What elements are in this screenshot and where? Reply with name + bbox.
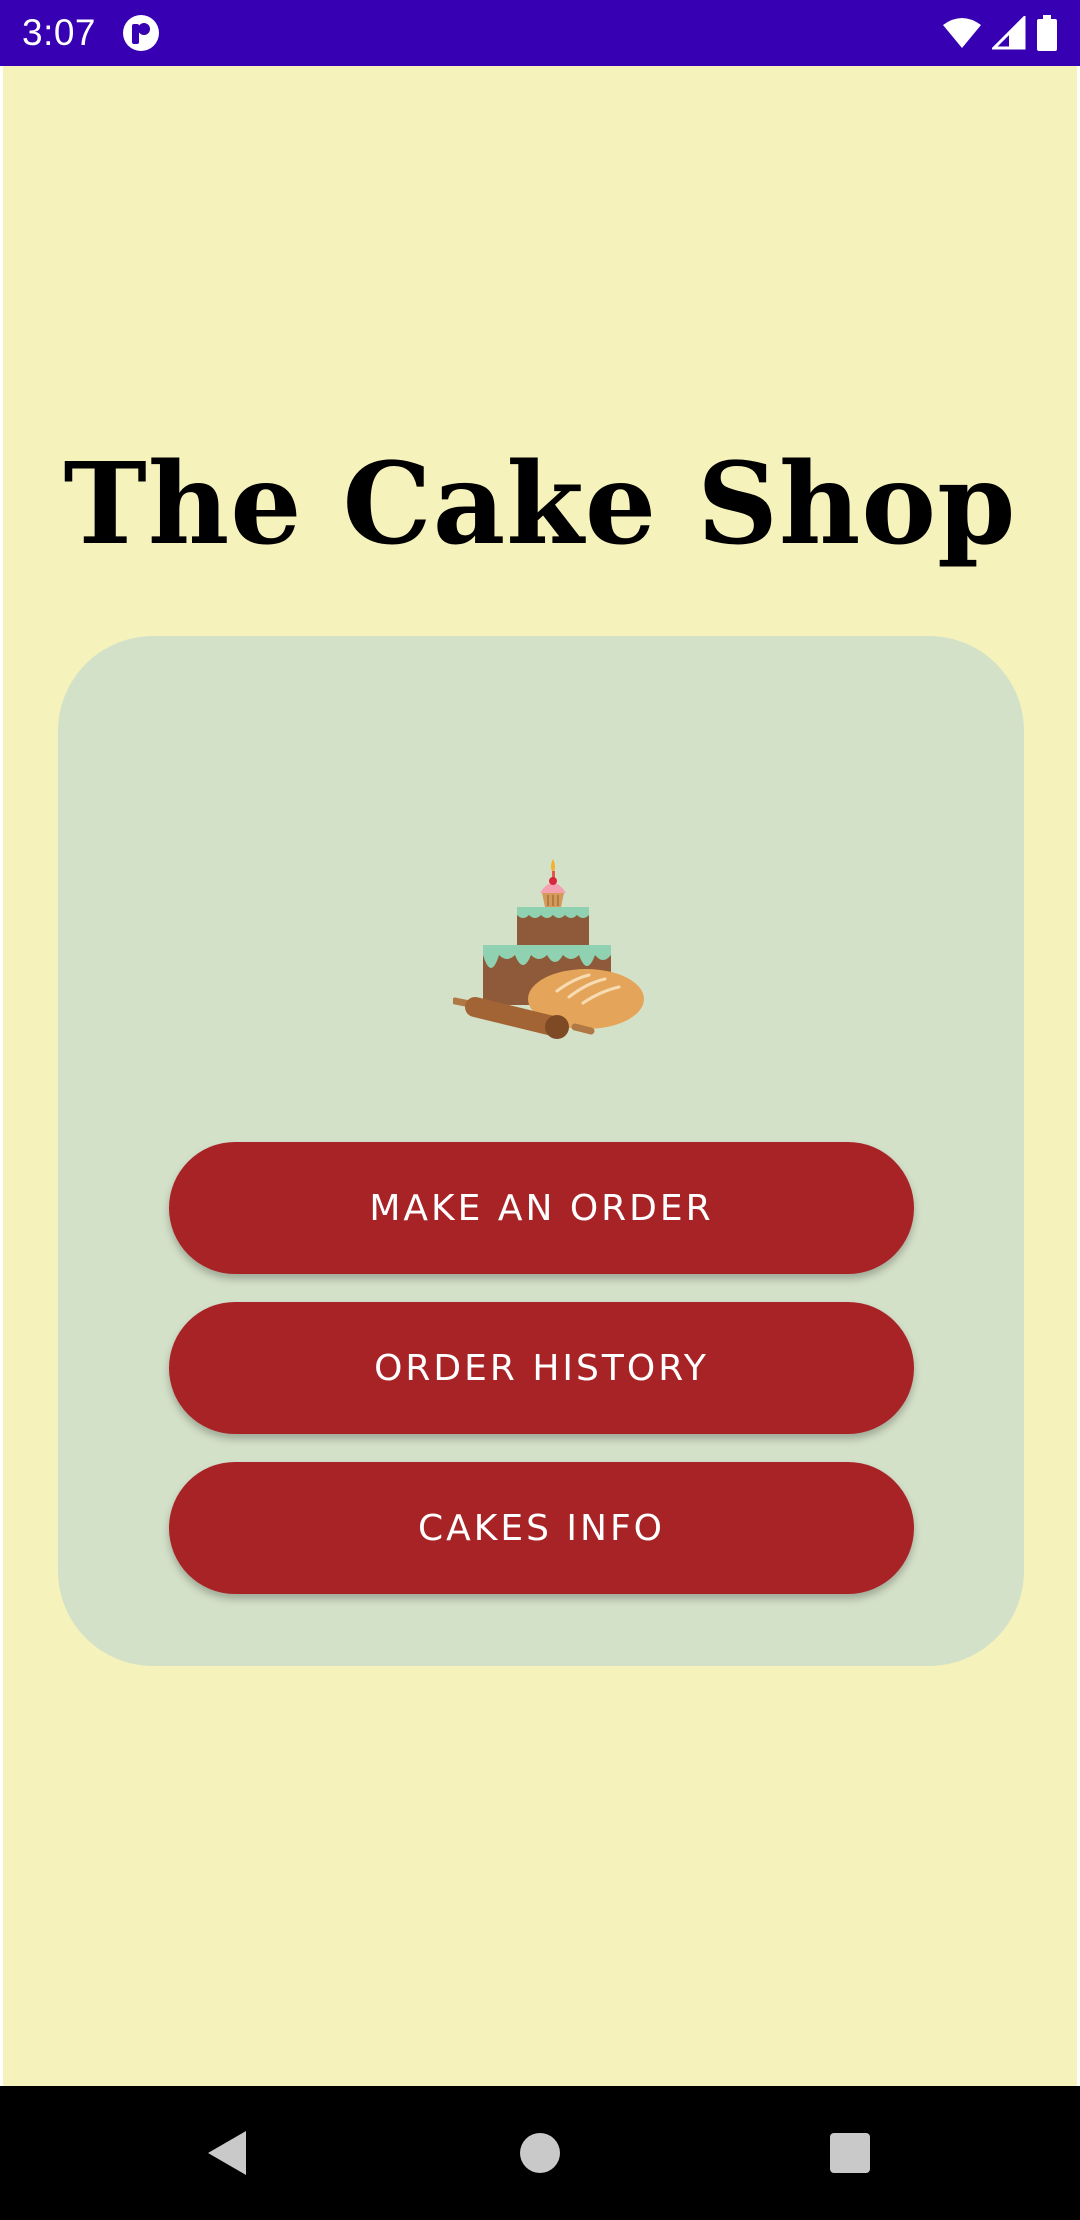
cake-illustration	[451, 851, 653, 1051]
back-icon[interactable]	[157, 2086, 297, 2220]
menu-card: MAKE AN ORDER ORDER HISTORY CAKES INFO	[58, 636, 1024, 1666]
status-time: 3:07	[22, 12, 97, 53]
recents-icon[interactable]	[780, 2086, 920, 2220]
make-an-order-button[interactable]: MAKE AN ORDER	[169, 1142, 914, 1274]
navigation-bar	[0, 2086, 1080, 2220]
app-screen: The Cake Shop MAKE AN ORDER ORDER HISTOR…	[3, 66, 1077, 2086]
signal-icon	[992, 16, 1026, 50]
status-icons	[942, 15, 1058, 51]
app-notification-icon	[122, 14, 160, 52]
battery-icon	[1036, 15, 1058, 51]
order-history-button[interactable]: ORDER HISTORY	[169, 1302, 914, 1434]
wifi-icon	[942, 17, 982, 49]
home-icon[interactable]	[470, 2086, 610, 2220]
cakes-info-button[interactable]: CAKES INFO	[169, 1462, 914, 1594]
status-bar: 3:07	[0, 0, 1080, 66]
page-title: The Cake Shop	[63, 439, 1017, 570]
